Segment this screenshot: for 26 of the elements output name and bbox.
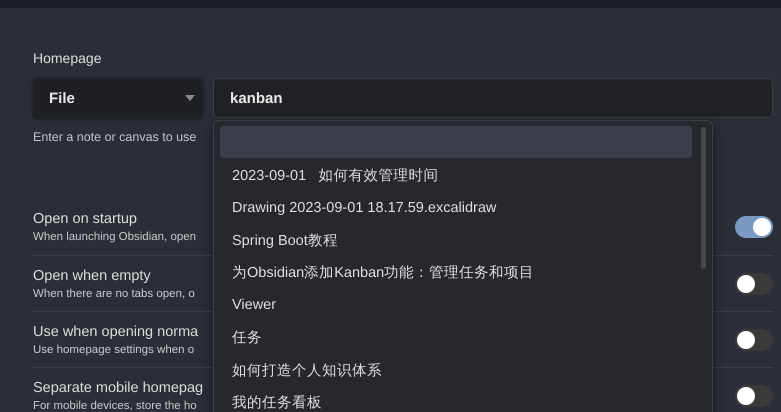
suggestion-item[interactable]: 如何打造个人知识体系 <box>220 354 692 386</box>
section-title: Homepage <box>33 50 102 68</box>
scrollbar[interactable] <box>701 127 706 269</box>
toggle-switch[interactable] <box>735 216 773 238</box>
setting-description: When there are no tabs open, o <box>33 288 195 300</box>
suggestion-item[interactable]: 任务 <box>220 322 692 354</box>
setting-title: Open when empty <box>33 268 152 284</box>
setting-description: For mobile devices, store the ho <box>33 400 198 412</box>
file-input-field[interactable]: kanban <box>213 78 773 118</box>
toggle-switch[interactable] <box>735 328 773 350</box>
setting-title: Separate mobile homepag <box>33 380 204 396</box>
setting-description: Use homepage settings when o <box>33 344 196 356</box>
suggestion-item[interactable]: Drawing 2023-09-01 18.17.59.excalidraw <box>220 192 692 224</box>
setting-description: When launching Obsidian, open <box>33 231 196 243</box>
suggestion-item[interactable]: 为Obsidian添加Kanban功能：管理任务和项目 <box>220 256 692 289</box>
suggestion-item[interactable]: Viewer <box>220 289 692 322</box>
hint-text: Enter a note or canvas to use <box>33 130 198 146</box>
caret-icon <box>185 95 195 101</box>
suggestion-item[interactable]: 2023-09-01 如何有效管理时间 <box>220 159 692 192</box>
type-dropdown[interactable]: File <box>33 78 203 118</box>
suggestion-item[interactable]: Spring Boot教程 <box>220 224 692 256</box>
suggestion-item[interactable]: 我的任务看板 <box>220 386 692 412</box>
setting-title: Open on startup <box>33 211 138 227</box>
toggle-switch[interactable] <box>735 272 773 294</box>
toggle-switch[interactable] <box>735 384 773 406</box>
setting-title: Use when opening norma <box>33 324 198 340</box>
